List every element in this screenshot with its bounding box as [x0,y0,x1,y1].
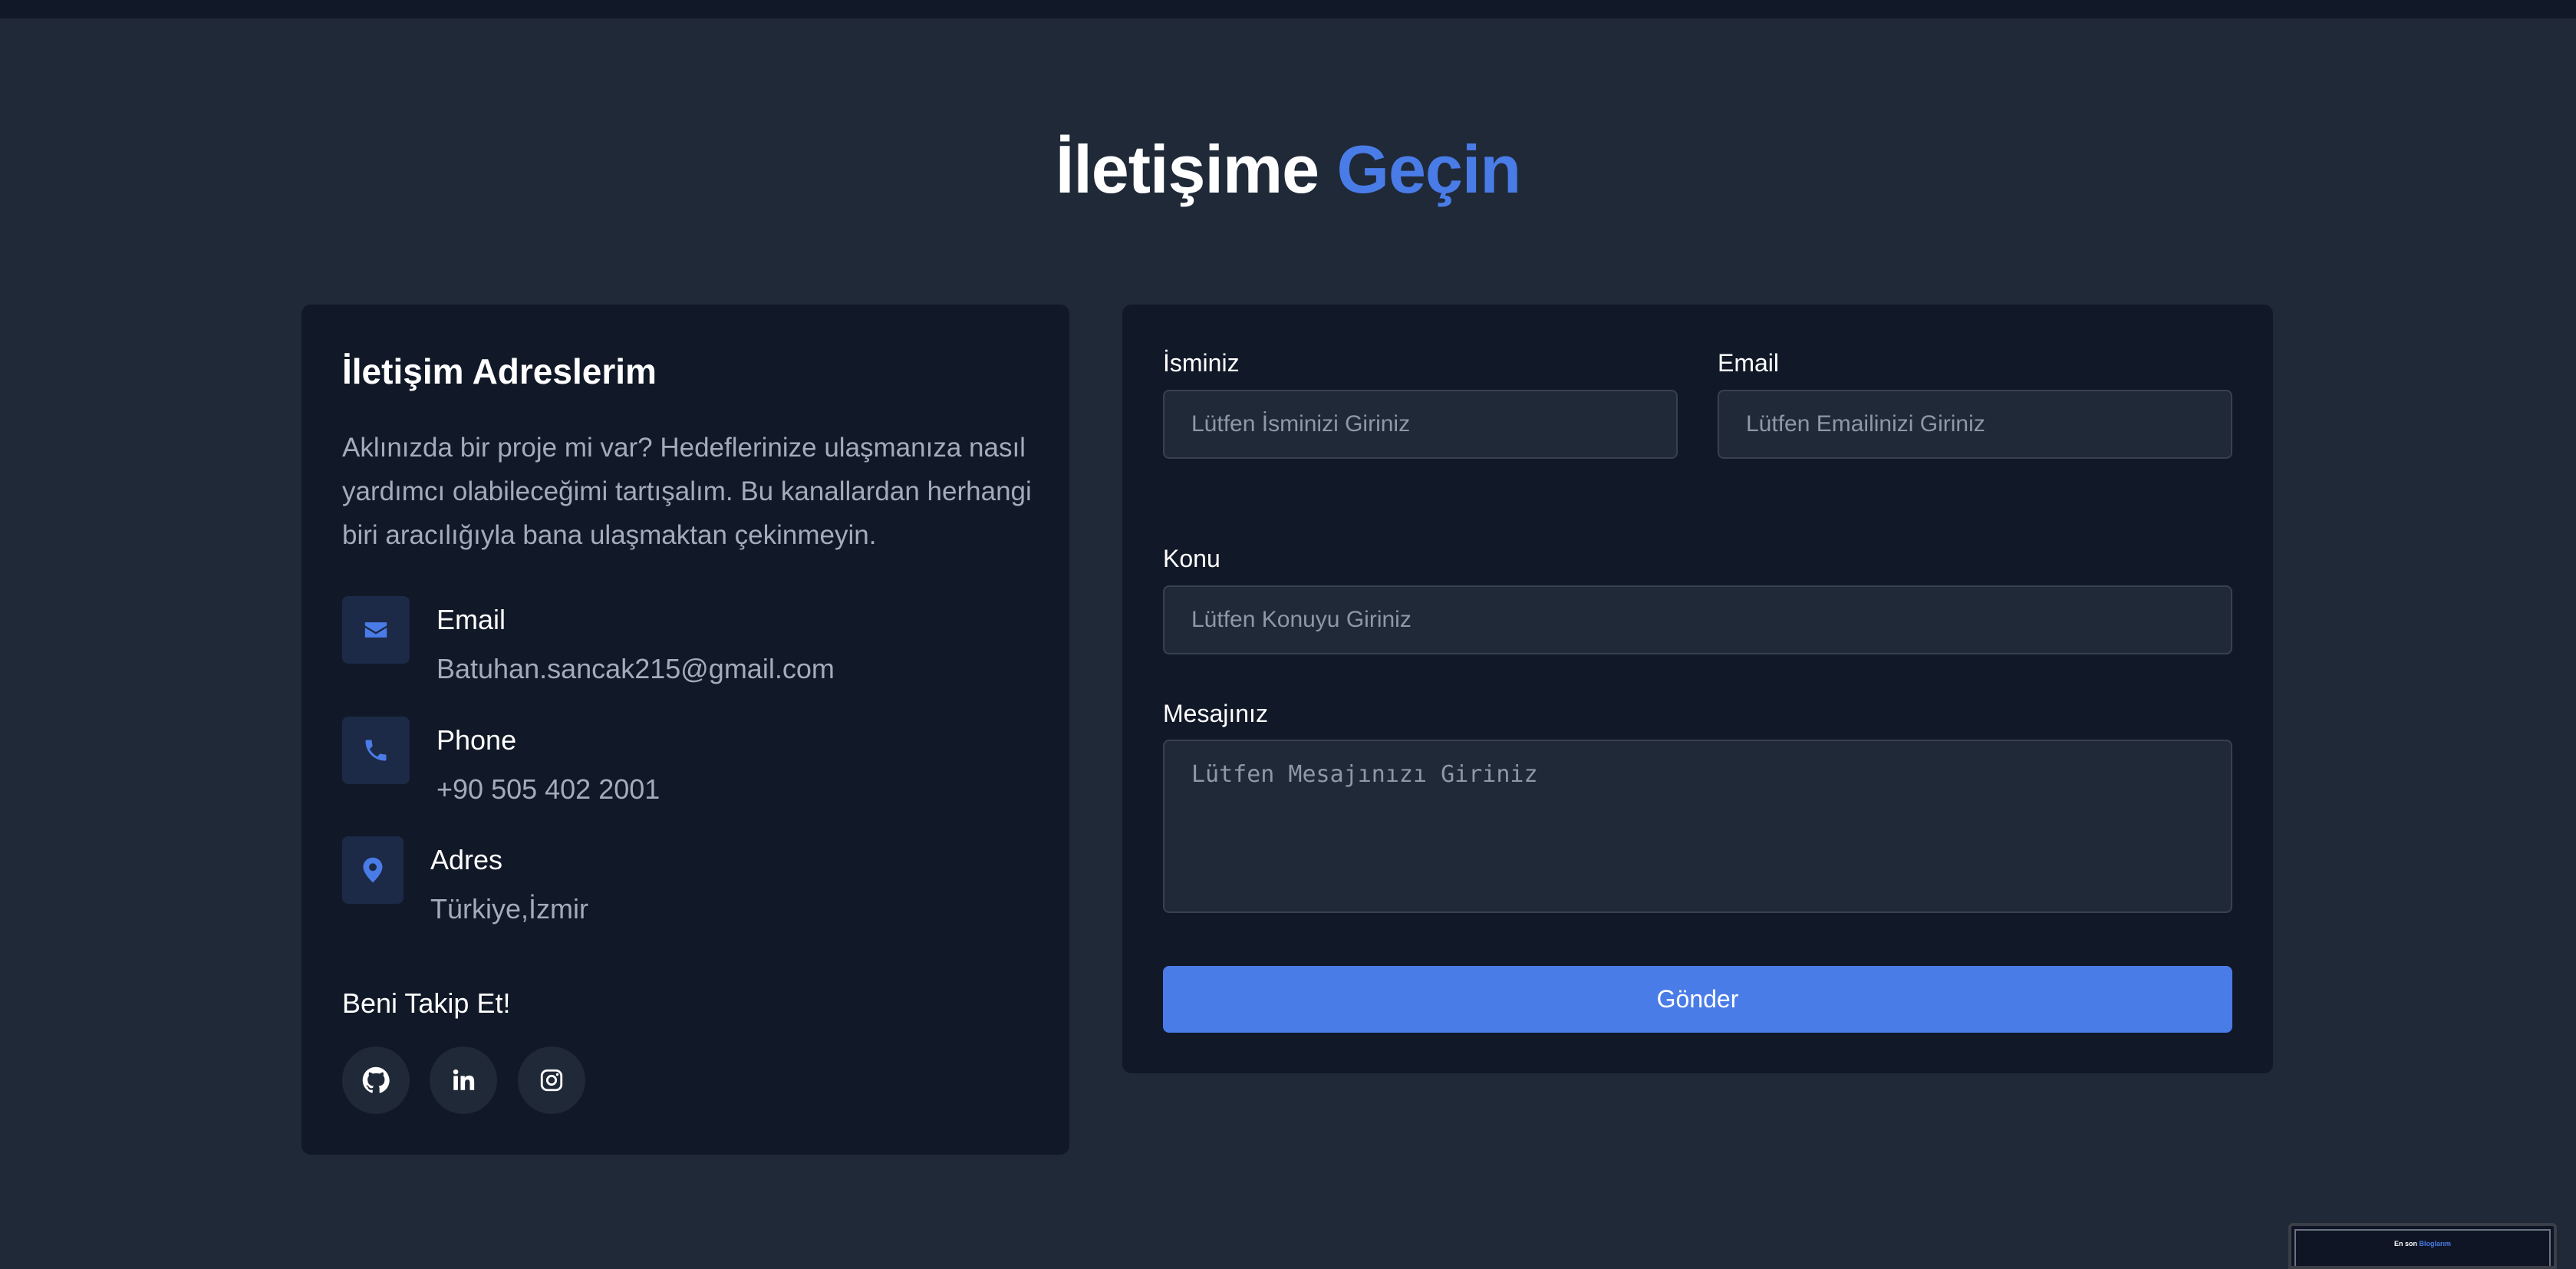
instagram-icon[interactable] [518,1047,585,1114]
github-icon[interactable] [342,1047,410,1114]
envelope-icon [342,596,410,664]
contact-form-card: İsminiz Email Konu Mesajınız Gönder [1122,305,2273,1073]
name-label: İsminiz [1163,349,1240,377]
mini-preview-title: En son Bloglarım [2291,1240,2554,1248]
mini-preview-accent: Bloglarım [2419,1240,2452,1248]
mini-preview-text: En son [2393,1240,2417,1248]
follow-heading: Beni Takip Et! [342,987,511,1019]
email-label: Email [1718,349,1780,377]
send-button[interactable]: Gönder [1163,966,2232,1033]
linkedin-icon[interactable] [430,1047,497,1114]
contact-item-label: Email [436,604,506,635]
contact-item-label: Adres [430,844,503,875]
message-textarea[interactable] [1163,740,2232,913]
page-title-accent: Geçin [1336,131,1522,207]
contact-card-intro: Aklınızda bir proje mi var? Hedefleriniz… [342,433,1032,550]
subject-label: Konu [1163,545,1220,572]
contact-item-label: Phone [436,724,517,756]
contact-address-value: Türkiye,İzmir [430,893,588,925]
top-nav-strip [0,0,2576,18]
email-input[interactable] [1718,390,2232,459]
page-title: İletişime Geçin [0,130,2576,209]
name-input[interactable] [1163,390,1678,459]
mini-preview-thumbnail[interactable]: En son Bloglarım [2288,1223,2557,1269]
contact-info-card: İletişim Adreslerim Aklınızda bir proje … [301,305,1069,1155]
subject-input[interactable] [1163,585,2232,654]
contact-card-heading: İletişim Adreslerim [342,351,657,391]
message-label: Mesajınız [1163,700,1268,727]
phone-icon [342,717,410,784]
contact-email-value[interactable]: Batuhan.sancak215@gmail.com [436,653,835,685]
page-title-main: İletişime [1055,131,1319,207]
mini-preview-frame [2294,1229,2551,1266]
contact-phone-value[interactable]: +90 505 402 2001 [436,773,660,806]
map-pin-icon [342,836,404,904]
